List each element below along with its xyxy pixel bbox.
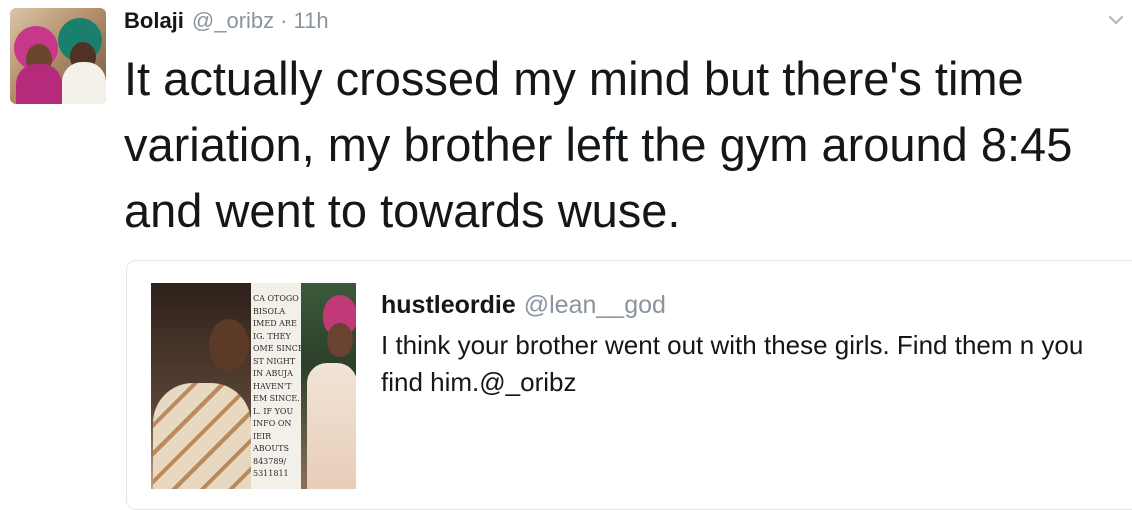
quoted-tweet-card[interactable]: CA OTOGO BISOLA IMED ARE IG. THEY OME SI… (126, 260, 1132, 510)
image-woman-face (327, 323, 353, 357)
quoted-tweet-text: I think your brother went out with these… (381, 330, 1084, 397)
quoted-author-name[interactable]: hustleordie (381, 291, 516, 320)
avatar-outfit-left (16, 64, 62, 104)
image-man-outfit (153, 383, 251, 489)
header-separator: · (280, 8, 288, 33)
tweet-header: Bolaji @_oribz · 11h (124, 8, 329, 36)
image-woman-dress (307, 363, 356, 489)
chevron-down-icon[interactable] (1108, 12, 1124, 28)
quoted-tweet-header: hustleordie @lean__god (381, 291, 666, 320)
image-flyer-text: CA OTOGO BISOLA IMED ARE IG. THEY OME SI… (253, 294, 301, 478)
tweet-timestamp[interactable]: 11h (294, 8, 329, 34)
avatar-outfit-right (62, 62, 106, 104)
author-name[interactable]: Bolaji (124, 8, 184, 34)
tweet-text: It actually crossed my mind but there's … (124, 52, 1073, 237)
quoted-author-handle[interactable]: @lean__god (524, 291, 666, 320)
author-handle[interactable]: @_oribz (192, 8, 274, 34)
quoted-tweet-image[interactable]: CA OTOGO BISOLA IMED ARE IG. THEY OME SI… (151, 283, 356, 489)
image-man-face (209, 319, 249, 371)
author-avatar[interactable] (10, 8, 106, 104)
